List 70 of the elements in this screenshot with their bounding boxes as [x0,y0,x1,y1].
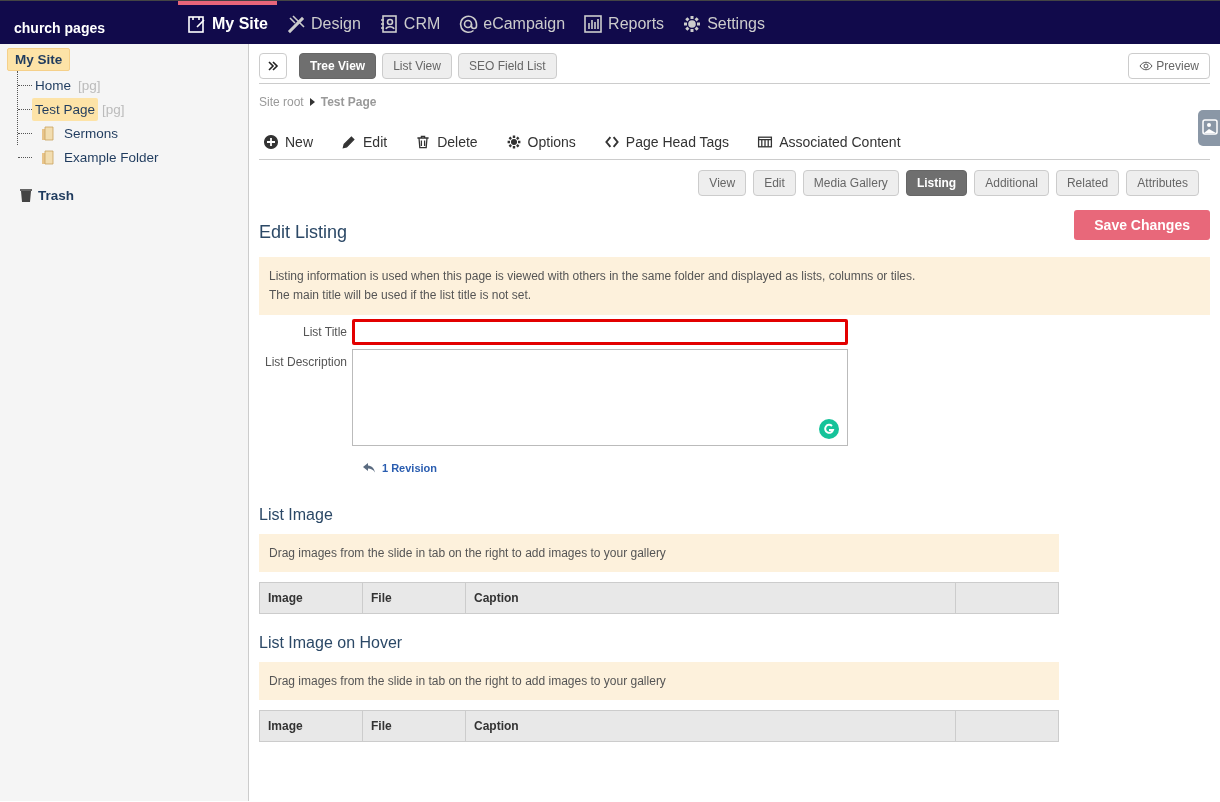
at-sign-icon [458,14,479,34]
page-section-tab[interactable]: Related [1055,170,1120,196]
field-label: List Title [302,324,347,341]
toolbar-button[interactable]: Page Head Tags [603,133,730,150]
view-mode-tab[interactable]: SEO Field List [457,52,557,79]
nav-tab[interactable]: Settings [673,0,774,44]
column-header: Caption [465,710,956,742]
contact-book-icon [378,14,399,34]
caret-icon [309,98,315,106]
trash-icon [415,133,432,150]
nav-tab[interactable]: eCampaign [449,0,575,44]
page-edit-icon [187,14,207,34]
page-tag: [pg] [102,101,125,117]
settings-icon [505,133,522,150]
revision-link[interactable]: 1 Revision [363,462,1210,474]
trash-item[interactable]: Trash [38,187,75,203]
pencil-ruler-icon [286,14,306,34]
reply-arrow-icon [363,463,375,473]
plus-circle-icon [263,133,279,150]
page-section-tab[interactable]: Additional [974,170,1049,196]
toolbar-button[interactable]: New [263,133,313,150]
page-section-tab[interactable]: Edit [753,170,796,196]
notice-text: The main title will be used if the list title is not set. [269,287,533,304]
settings-icon [682,14,703,34]
page-section-tab[interactable]: Listing [905,170,968,196]
toolbar-button[interactable]: Options [505,133,576,150]
column-header: Caption [465,582,956,614]
page-section-tab[interactable]: Attributes [1126,170,1199,196]
section-heading: List Image [259,506,334,524]
field-label: List Description [263,354,347,371]
breadcrumb-current: Test Page [320,95,377,109]
eye-icon [1139,60,1154,71]
tree-item[interactable]: Home [32,73,74,97]
brand-logo: church pages [13,18,107,36]
page-tag: [pg] [78,77,101,93]
toolbar-button[interactable]: Associated Content [757,133,901,150]
view-mode-tab[interactable]: List View [382,52,452,79]
notice-text: Drag images from the slide in tab on the right to add images to your gallery [259,662,1059,700]
tree-root[interactable]: My Site [7,48,71,71]
section-heading: List Image on Hover [259,634,404,652]
column-header: Image [259,710,363,742]
nav-tab[interactable]: CRM [369,0,450,44]
trash-can-icon [19,187,33,203]
double-chevron-icon [266,58,280,73]
column-header: File [362,582,466,614]
pencil-icon [341,133,357,150]
nav-tab[interactable]: Reports [574,0,674,44]
preview-button[interactable]: Preview [1128,52,1210,79]
expand-button[interactable] [259,52,287,79]
notice-text: Listing information is used when this page is viewed with others in the same folder and displayed as lists, columns or tiles. [269,268,917,285]
view-mode-tab[interactable]: Tree View [299,52,377,79]
section-heading: Edit Listing [259,222,348,243]
page-section-tab[interactable]: Media Gallery [802,170,899,196]
tree-item[interactable]: Test Page [32,97,99,121]
tree-item[interactable]: Example Folder [61,145,162,169]
column-header: Image [259,582,363,614]
input-field[interactable] [352,319,848,345]
column-header: File [362,710,466,742]
toolbar-button[interactable]: Edit [341,133,388,150]
image-tab-icon[interactable] [1198,110,1220,146]
toolbar-button[interactable]: Delete [415,133,478,150]
page-section-tab[interactable]: View [698,170,747,196]
nav-tab[interactable]: Design [277,0,370,44]
bar-chart-icon [583,14,604,34]
folder-icon [40,149,56,165]
folder-icon [40,125,56,141]
grammar-checker-icon[interactable] [819,419,839,439]
textarea-field[interactable] [352,349,848,446]
tree-item[interactable]: Sermons [61,121,122,145]
notice-text: Drag images from the slide in tab on the right to add images to your gallery [259,534,1059,572]
